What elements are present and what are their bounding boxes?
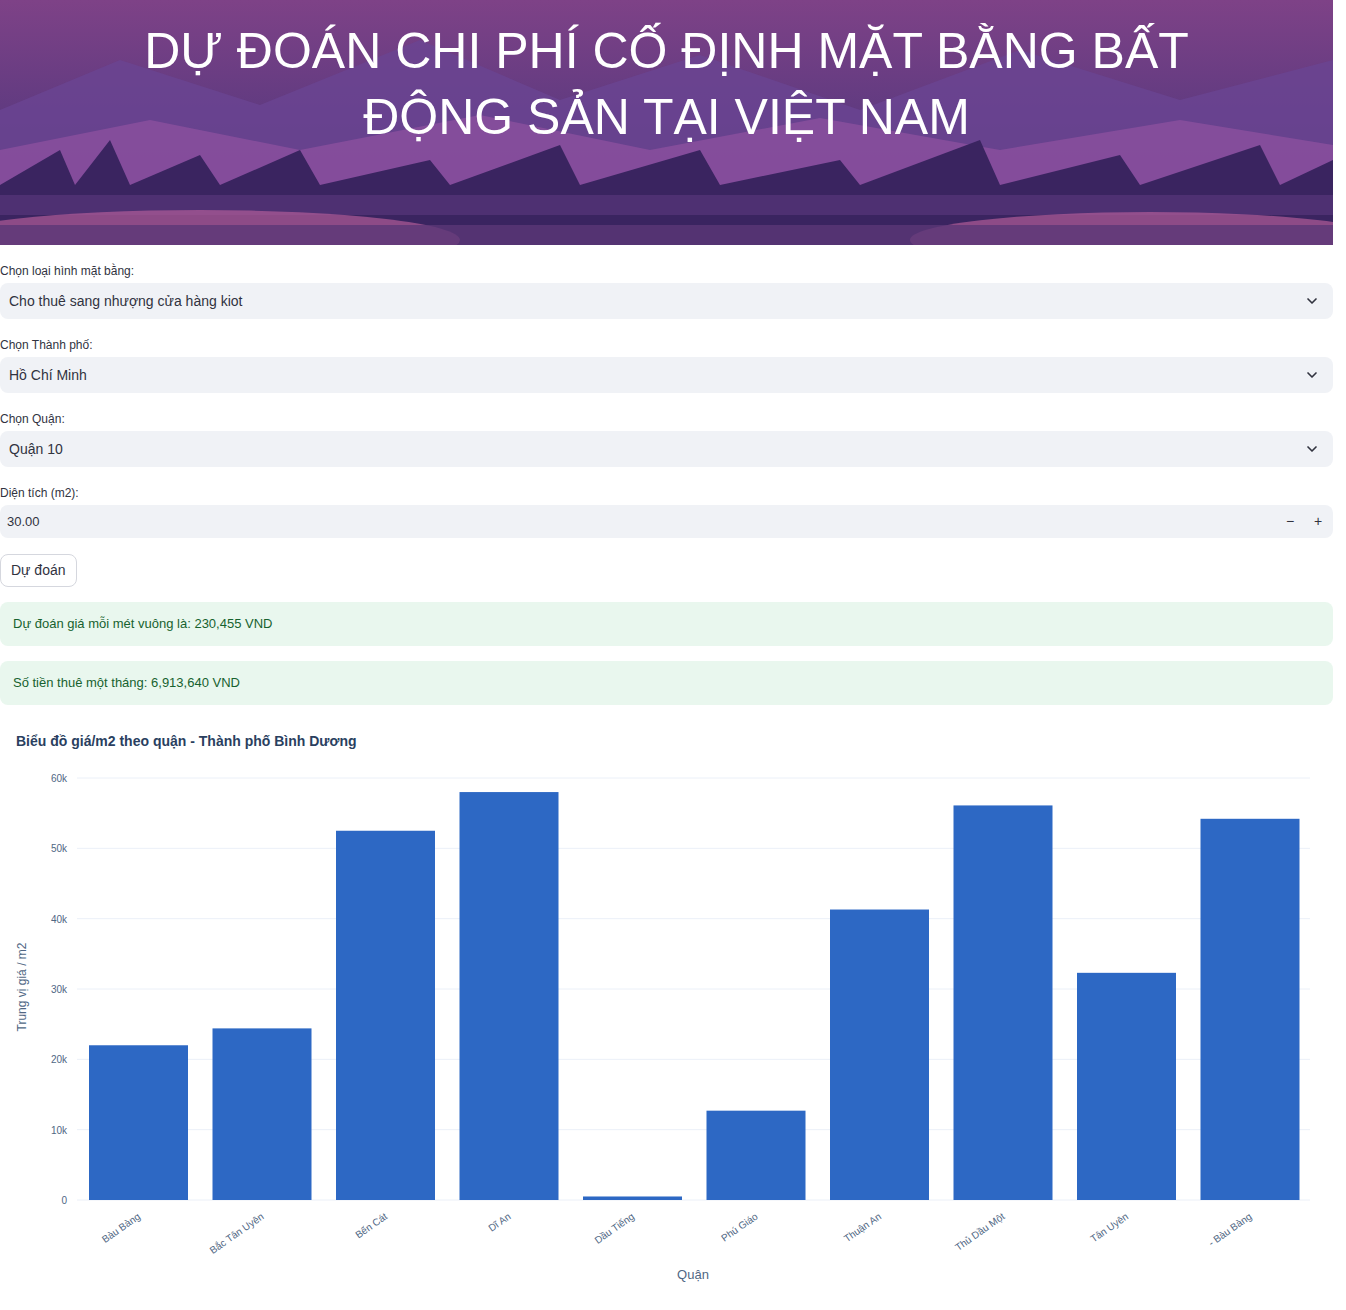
svg-text:Dĩ An: Dĩ An	[486, 1211, 512, 1234]
svg-text:10k: 10k	[51, 1125, 68, 1136]
svg-text:Quận: Quận	[677, 1267, 709, 1282]
bar[interactable]	[89, 1045, 188, 1200]
bar[interactable]	[830, 910, 929, 1200]
svg-text:0: 0	[61, 1195, 67, 1206]
banner-title: ĐỘNG SẢN TẠI VIỆT NAM	[363, 84, 970, 150]
bar[interactable]	[707, 1111, 806, 1200]
svg-text:Trung vị giá / m2: Trung vị giá / m2	[15, 942, 29, 1031]
svg-text:50k: 50k	[51, 843, 68, 854]
bar[interactable]	[1201, 819, 1300, 1200]
chevron-down-icon	[1304, 367, 1320, 383]
bar[interactable]	[1077, 973, 1176, 1200]
chart-section: Biểu đồ giá/m2 theo quận - Thành phố Bìn…	[0, 705, 1346, 1282]
bar[interactable]	[954, 805, 1053, 1200]
svg-text:Bắc Tân Uyên: Bắc Tân Uyên	[207, 1210, 266, 1256]
bar[interactable]	[213, 1028, 312, 1200]
field-label: Chọn Thành phố:	[0, 337, 1333, 353]
svg-text:Dầu Tiếng: Dầu Tiếng	[592, 1211, 636, 1246]
banner: DỰ ĐOÁN CHI PHÍ CỐ ĐỊNH MẶT BẰNG BẤTĐỘNG…	[0, 0, 1333, 245]
svg-text:Bàu Bàng: Bàu Bàng	[100, 1211, 142, 1245]
bar-chart: 0 10k 20k 30k 40k 50k 60k Bàu Bàng Bắc Tân Uyên B…	[0, 751, 1346, 1282]
svg-text:Bến Cát: Bến Cát	[353, 1211, 389, 1241]
form-field: Diện tích (m2): 30.00 −+	[0, 485, 1333, 538]
chart-title: Biểu đồ giá/m2 theo quận - Thành phố Bìn…	[0, 731, 1346, 751]
form-field: Chọn Thành phố: Hồ Chí Minh	[0, 337, 1333, 393]
form-field: Chọn loại hình mặt bằng: Cho thuê sang nh…	[0, 263, 1333, 319]
bar[interactable]	[336, 831, 435, 1200]
svg-text:Phú Giáo: Phú Giáo	[719, 1210, 760, 1243]
field-label: Chọn Quận:	[0, 411, 1333, 427]
svg-text:60k: 60k	[51, 773, 68, 784]
bar[interactable]	[583, 1196, 682, 1200]
form: Chọn loại hình mặt bằng: Cho thuê sang nh…	[0, 245, 1333, 705]
select-value: Cho thuê sang nhượng cửa hàng kiot	[9, 291, 242, 312]
field-label: Chọn loại hình mặt bằng:	[0, 263, 1333, 279]
predict-button[interactable]: Dự đoán	[0, 554, 77, 587]
number-input[interactable]: 30.00 −+	[0, 505, 1333, 538]
svg-text:40k: 40k	[51, 914, 68, 925]
svg-text:Thuận An: Thuận An	[842, 1211, 883, 1245]
bar[interactable]	[460, 792, 559, 1200]
select-value: Hồ Chí Minh	[9, 365, 87, 386]
svg-text:30k: 30k	[51, 984, 68, 995]
field-label: Diện tích (m2):	[0, 485, 1333, 501]
decrement-button[interactable]: −	[1281, 511, 1299, 532]
form-field: Chọn Quận: Quận 10	[0, 411, 1333, 467]
select-value: Quận 10	[9, 439, 63, 460]
svg-text:20k: 20k	[51, 1054, 68, 1065]
svg-text:- Bàu Bàng: - Bàu Bàng	[1206, 1211, 1253, 1249]
banner-title: DỰ ĐOÁN CHI PHÍ CỐ ĐỊNH MẶT BẰNG BẤT	[144, 18, 1189, 84]
svg-text:Tân Uyên: Tân Uyên	[1088, 1211, 1130, 1245]
select-box[interactable]: Quận 10	[0, 431, 1333, 467]
increment-button[interactable]: +	[1309, 511, 1327, 532]
result-box: Dự đoán giá mỗi mét vuông là: 230,455 VN…	[0, 602, 1333, 646]
chevron-down-icon	[1304, 441, 1320, 457]
select-box[interactable]: Cho thuê sang nhượng cửa hàng kiot	[0, 283, 1333, 319]
number-value: 30.00	[7, 512, 40, 532]
app: DỰ ĐOÁN CHI PHÍ CỐ ĐỊNH MẶT BẰNG BẤTĐỘNG…	[0, 0, 1346, 1310]
result-box: Số tiền thuê một tháng: 6,913,640 VND	[0, 661, 1333, 705]
svg-text:Thủ Dầu Một: Thủ Dầu Một	[953, 1211, 1007, 1253]
chevron-down-icon	[1304, 293, 1320, 309]
select-box[interactable]: Hồ Chí Minh	[0, 357, 1333, 393]
